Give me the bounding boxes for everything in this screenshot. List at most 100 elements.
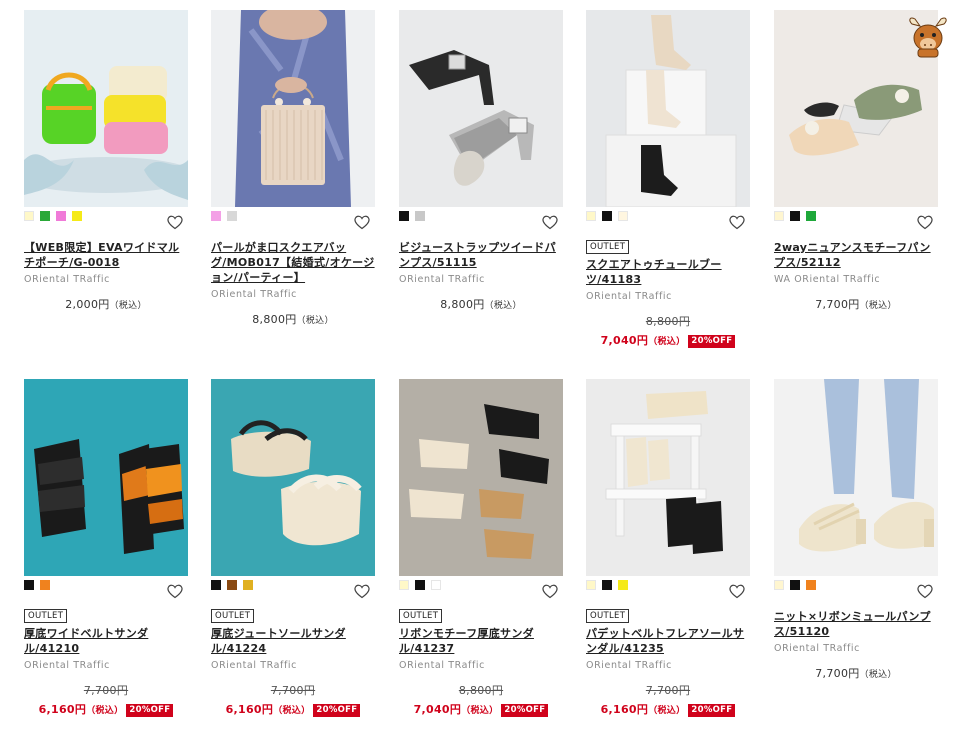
color-swatch[interactable] (24, 580, 34, 590)
heart-outline-icon[interactable] (541, 583, 559, 599)
product-image[interactable] (211, 379, 375, 576)
color-swatch[interactable] (399, 580, 409, 590)
heart-outline-icon[interactable] (541, 214, 559, 230)
sale-value: 6,160円 (225, 703, 274, 716)
color-swatch[interactable] (774, 580, 784, 590)
heart-outline-icon[interactable] (166, 214, 184, 230)
price-value: 7,700円 (815, 298, 860, 311)
color-swatch[interactable] (586, 580, 596, 590)
product-brand: ORiental TRaffic (211, 289, 297, 300)
product-image[interactable] (586, 379, 750, 576)
product-name[interactable]: パデットベルトフレアソールサンダル/41235 (586, 626, 750, 656)
original-price: 7,700円 (83, 684, 129, 697)
color-swatch[interactable] (618, 211, 628, 221)
tax-label: （税込） (859, 670, 897, 680)
product-name[interactable]: 厚底ワイドベルトサンダル/41210 (24, 626, 188, 656)
product-image[interactable] (774, 379, 938, 576)
product-image[interactable] (24, 10, 188, 207)
product-card[interactable]: OUTLET パデットベルトフレアソールサンダル/41235 ORiental … (586, 379, 750, 739)
color-swatch[interactable] (806, 211, 816, 221)
color-swatch[interactable] (586, 211, 596, 221)
product-card[interactable]: OUTLET 厚底ジュートソールサンダル/41224 ORiental TRaf… (211, 379, 375, 739)
color-swatch[interactable] (243, 580, 253, 590)
product-name[interactable]: 2wayニュアンスモチーフパンプス/52112 (774, 240, 938, 270)
tax-label: （税込） (296, 316, 334, 326)
product-name[interactable]: リボンモチーフ厚底サンダル/41237 (399, 626, 563, 656)
heart-outline-icon[interactable] (728, 214, 746, 230)
color-swatch[interactable] (40, 211, 50, 221)
color-swatch[interactable] (227, 580, 237, 590)
product-image[interactable] (211, 10, 375, 207)
price-value: 2,000円 (65, 298, 110, 311)
product-name[interactable]: ビジューストラップツイードパンプス/51115 (399, 240, 563, 270)
sale-price: 7,040円（税込） 20%OFF (586, 332, 750, 348)
product-card[interactable]: ニット×リボンミュールパンプス/51120 ORiental TRaffic 7… (774, 379, 938, 739)
bull-mascot-icon[interactable] (906, 14, 950, 58)
product-card[interactable]: パールがま口スクエアバッグ/MOB017【結婚式/オケージョン/パーティー】 O… (211, 10, 375, 370)
color-swatch[interactable] (790, 580, 800, 590)
product-row: 【WEB限定】EVAワイドマルチポーチ/G-0018 ORiental TRaf… (24, 10, 944, 370)
product-image[interactable] (399, 10, 563, 207)
product-card[interactable]: OUTLET スクエアトゥチュールブーツ/41183 ORiental TRaf… (586, 10, 750, 370)
discount-badge: 20%OFF (688, 335, 736, 348)
product-name[interactable]: スクエアトゥチュールブーツ/41183 (586, 257, 750, 287)
tax-label: （税込） (86, 706, 124, 716)
color-swatches (211, 580, 253, 590)
heart-outline-icon[interactable] (353, 214, 371, 230)
product-brand: ORiental TRaffic (586, 660, 672, 671)
price-value: 7,700円 (815, 667, 860, 680)
heart-outline-icon[interactable] (728, 583, 746, 599)
product-card[interactable]: OUTLET リボンモチーフ厚底サンダル/41237 ORiental TRaf… (399, 379, 563, 739)
discount-badge: 20%OFF (313, 704, 361, 717)
color-swatch[interactable] (227, 211, 237, 221)
tax-label: （税込） (648, 337, 686, 347)
color-swatch[interactable] (24, 211, 34, 221)
tax-label: （税込） (484, 301, 522, 311)
color-swatch[interactable] (211, 211, 221, 221)
color-swatch[interactable] (415, 580, 425, 590)
sale-price: 6,160円（税込） 20%OFF (586, 701, 750, 717)
color-swatch[interactable] (56, 211, 66, 221)
product-brand: ORiental TRaffic (399, 274, 485, 285)
heart-outline-icon[interactable] (916, 583, 934, 599)
product-card[interactable]: 2wayニュアンスモチーフパンプス/52112 WA ORiental TRaf… (774, 10, 938, 370)
product-card[interactable]: OUTLET 厚底ワイドベルトサンダル/41210 ORiental TRaff… (24, 379, 188, 739)
color-swatch[interactable] (415, 211, 425, 221)
outlet-badge: OUTLET (586, 240, 630, 254)
heart-outline-icon[interactable] (353, 583, 371, 599)
product-image[interactable] (399, 379, 563, 576)
color-swatch[interactable] (399, 211, 409, 221)
color-swatch[interactable] (602, 211, 612, 221)
product-price: 8,800円（税込） (211, 311, 375, 327)
color-swatch[interactable] (211, 580, 221, 590)
color-swatch[interactable] (790, 211, 800, 221)
color-swatch[interactable] (618, 580, 628, 590)
product-name[interactable]: ニット×リボンミュールパンプス/51120 (774, 609, 938, 639)
price-value: 8,800円 (440, 298, 485, 311)
color-swatch[interactable] (40, 580, 50, 590)
product-name[interactable]: パールがま口スクエアバッグ/MOB017【結婚式/オケージョン/パーティー】 (211, 240, 375, 285)
sale-value: 7,040円 (413, 703, 462, 716)
discount-badge: 20%OFF (688, 704, 736, 717)
color-swatches (586, 580, 628, 590)
product-price: 8,800円（税込） (399, 296, 563, 312)
product-image[interactable] (24, 379, 188, 576)
product-name[interactable]: 厚底ジュートソールサンダル/41224 (211, 626, 375, 656)
color-swatch[interactable] (72, 211, 82, 221)
sale-price: 6,160円（税込） 20%OFF (211, 701, 375, 717)
product-brand: WA ORiental TRaffic (774, 274, 881, 285)
color-swatch[interactable] (774, 211, 784, 221)
tax-label: （税込） (859, 301, 897, 311)
color-swatch[interactable] (602, 580, 612, 590)
product-card[interactable]: ビジューストラップツイードパンプス/51115 ORiental TRaffic… (399, 10, 563, 370)
heart-outline-icon[interactable] (166, 583, 184, 599)
tax-label: （税込） (273, 706, 311, 716)
color-swatches (774, 580, 816, 590)
heart-outline-icon[interactable] (916, 214, 934, 230)
product-name[interactable]: 【WEB限定】EVAワイドマルチポーチ/G-0018 (24, 240, 188, 270)
color-swatch[interactable] (806, 580, 816, 590)
color-swatch[interactable] (431, 580, 441, 590)
product-image[interactable] (586, 10, 750, 207)
sale-price: 7,040円（税込） 20%OFF (399, 701, 563, 717)
product-card[interactable]: 【WEB限定】EVAワイドマルチポーチ/G-0018 ORiental TRaf… (24, 10, 188, 370)
